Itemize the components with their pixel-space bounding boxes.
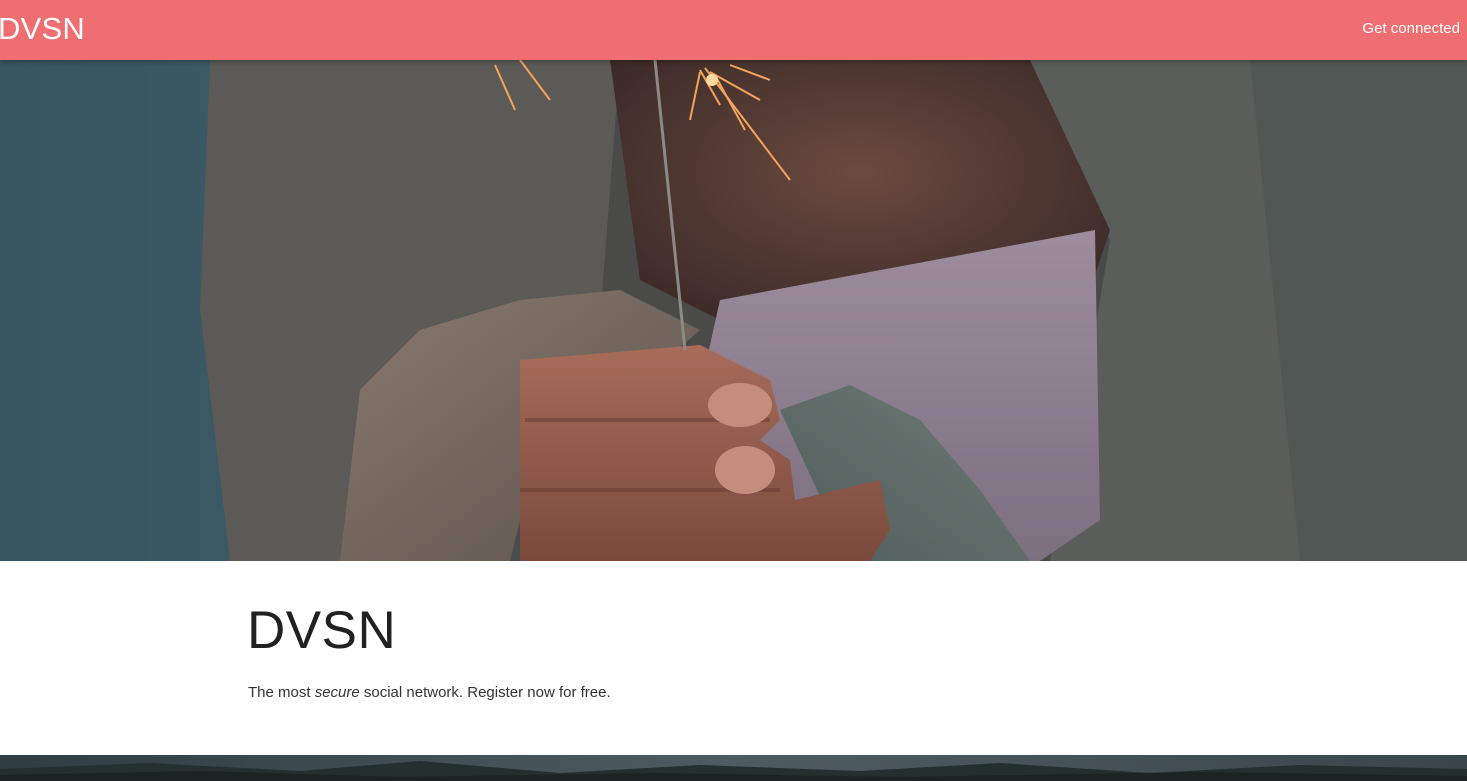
forest-landscape-photo-icon bbox=[0, 755, 1467, 781]
footer-image bbox=[0, 755, 1467, 781]
tagline-suffix: social network. Register now for free. bbox=[359, 684, 611, 701]
top-navbar: DVSN Get connected bbox=[0, 0, 1467, 60]
hero-image bbox=[0, 60, 1467, 561]
tagline-emphasis: secure bbox=[314, 684, 360, 701]
intro-section: DVSN The most secure social network. Reg… bbox=[0, 561, 1467, 755]
get-connected-link[interactable]: Get connected bbox=[1362, 19, 1460, 39]
tagline-text: The most secure social network. Register… bbox=[248, 683, 611, 703]
tagline-prefix: The most bbox=[248, 684, 315, 701]
sparkler-photo-icon bbox=[0, 60, 1467, 561]
page-title: DVSN bbox=[247, 601, 397, 660]
brand-logo-link[interactable]: DVSN bbox=[0, 11, 85, 47]
